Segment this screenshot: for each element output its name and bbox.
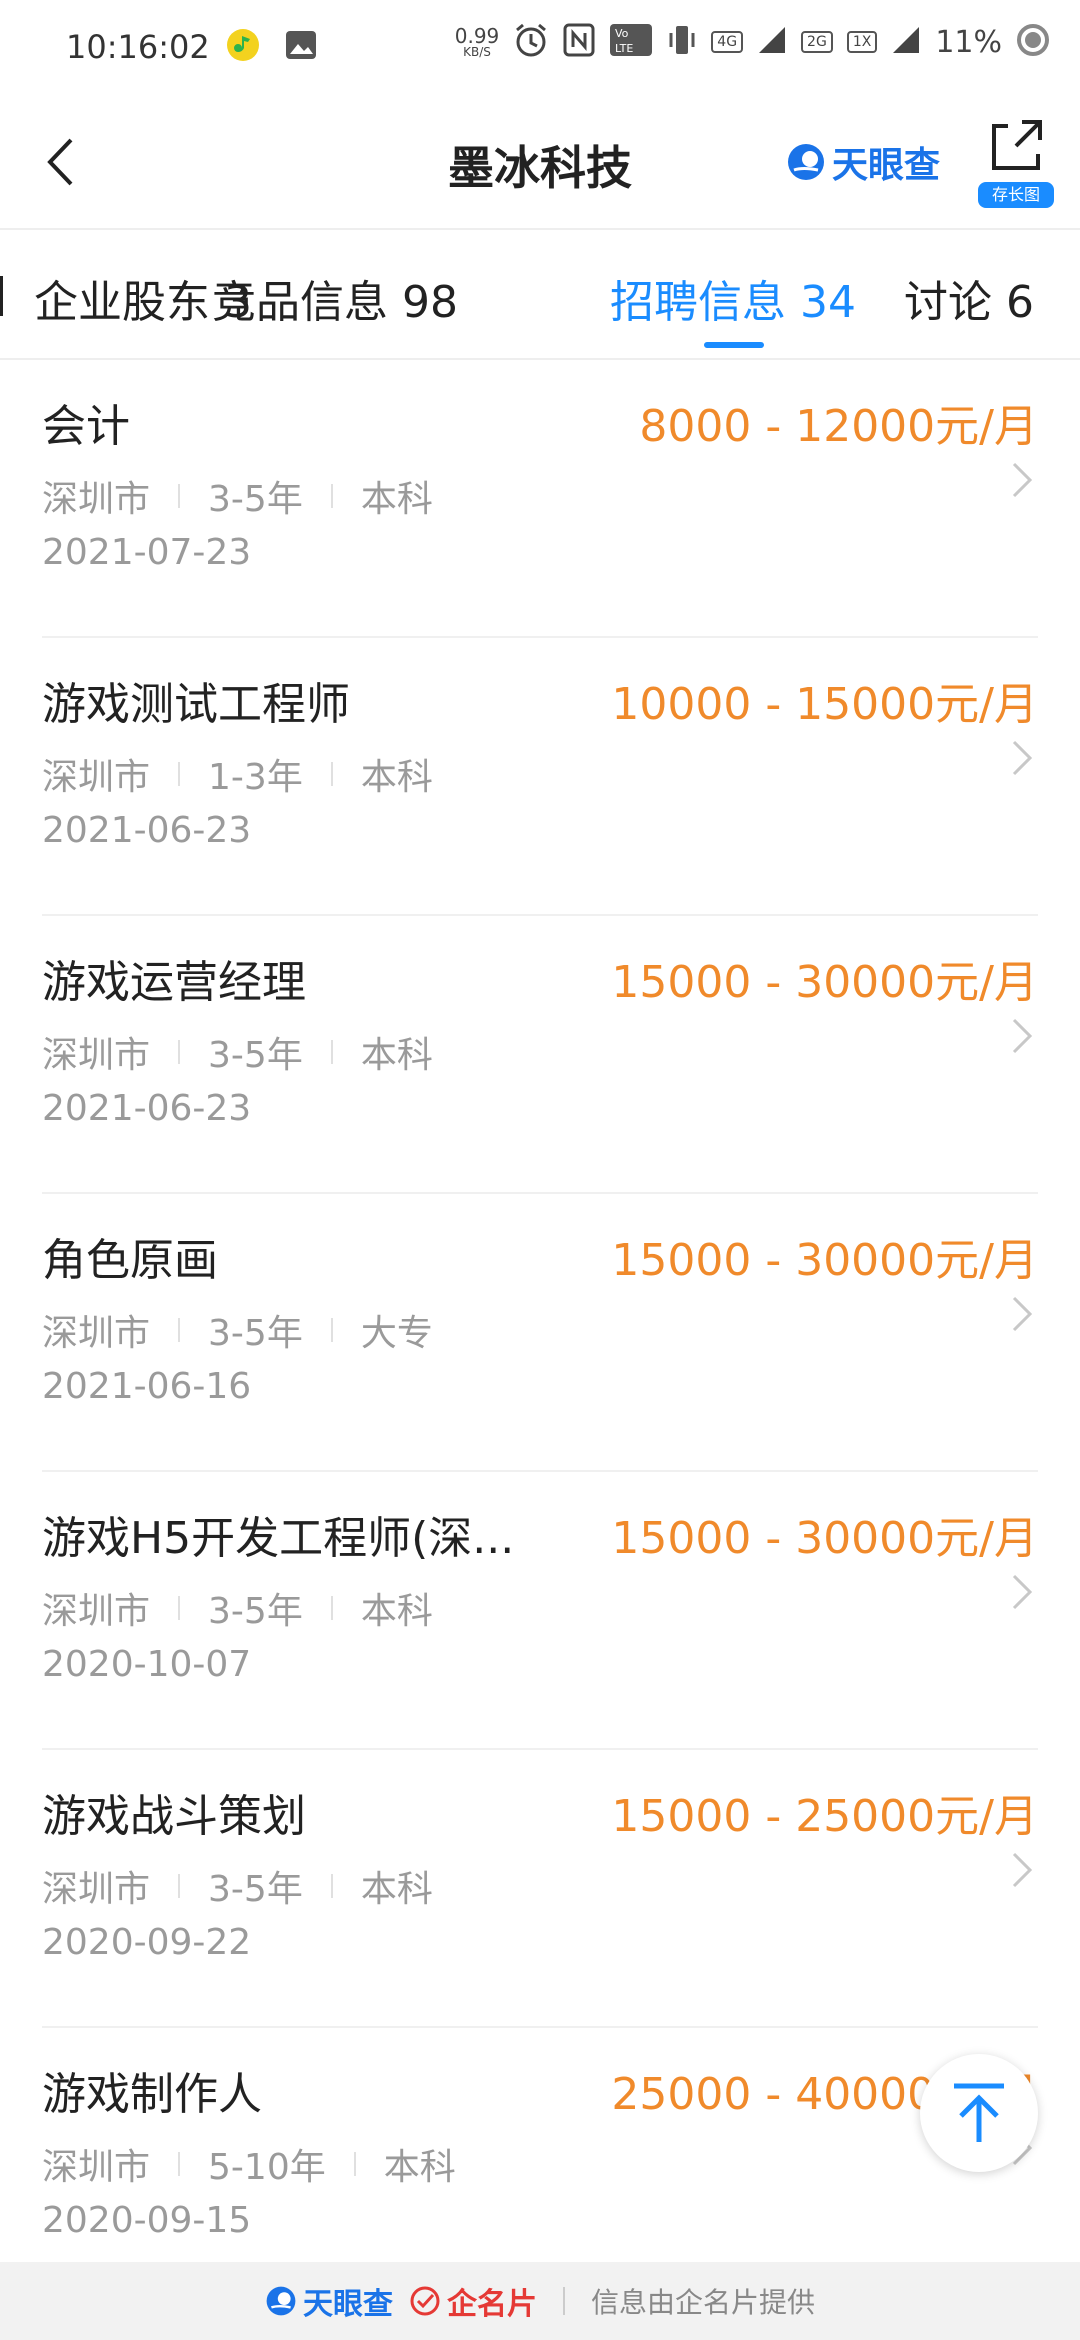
job-meta: 深圳市 3-5年 本科 bbox=[42, 470, 433, 522]
job-experience: 3-5年 bbox=[208, 1313, 303, 1354]
alarm-icon bbox=[513, 22, 549, 62]
job-title: 角色原画 bbox=[42, 1235, 218, 1286]
export-long-image-button[interactable]: 存长图 bbox=[978, 116, 1054, 208]
network-speed: 0.99 KB/S bbox=[454, 24, 500, 59]
job-meta: 深圳市 5-10年 本科 bbox=[42, 2138, 456, 2190]
tianyancha-logo-icon bbox=[787, 144, 824, 180]
tianyancha-logo-icon bbox=[266, 2286, 296, 2316]
chevron-right-icon bbox=[1012, 740, 1033, 776]
job-education: 大专 bbox=[360, 1313, 433, 1354]
list-item[interactable]: 游戏测试工程师 10000 - 15000元/月 深圳市 1-3年 本科 202… bbox=[42, 638, 1038, 916]
tab-competitors[interactable]: 竞品信息 98 bbox=[212, 266, 458, 330]
network-2g-badge: 2G bbox=[801, 31, 833, 53]
job-city: 深圳市 bbox=[42, 2147, 151, 2188]
job-list: 会计 8000 - 12000元/月 深圳市 3-5年 本科 2021-07-2… bbox=[0, 360, 1080, 2304]
job-meta: 深圳市 3-5年 本科 bbox=[42, 1026, 433, 1078]
active-tab-indicator bbox=[704, 342, 764, 348]
status-time: 10:16:02 bbox=[66, 28, 210, 66]
job-experience: 3-5年 bbox=[208, 479, 303, 520]
back-to-top-button[interactable] bbox=[920, 2054, 1038, 2172]
job-title: 游戏运营经理 bbox=[42, 957, 306, 1008]
check-circle-icon bbox=[410, 2286, 440, 2316]
job-experience: 1-3年 bbox=[208, 757, 303, 798]
job-salary: 15000 - 30000元/月 bbox=[611, 957, 1038, 1008]
svg-text:LTE: LTE bbox=[615, 42, 633, 55]
chevron-right-icon bbox=[1012, 1574, 1033, 1610]
list-item[interactable]: 角色原画 15000 - 30000元/月 深圳市 3-5年 大专 2021-0… bbox=[42, 1194, 1038, 1472]
music-app-icon bbox=[224, 26, 262, 64]
vibrate-icon bbox=[667, 23, 697, 61]
signal-icon bbox=[757, 25, 787, 59]
job-date: 2020-09-22 bbox=[42, 1922, 252, 1963]
tab-bar: 企业股东 3 竞品信息 98 招聘信息 34 讨论 6 bbox=[0, 230, 1080, 360]
job-experience: 3-5年 bbox=[208, 1035, 303, 1076]
job-salary: 15000 - 25000元/月 bbox=[611, 1791, 1038, 1842]
footer: 天眼查 企名片 信息由企名片提供 bbox=[0, 2262, 1080, 2340]
job-date: 2021-06-16 bbox=[42, 1366, 252, 1407]
job-city: 深圳市 bbox=[42, 1591, 151, 1632]
tab-left-edge-divider bbox=[0, 276, 3, 316]
svg-text:Vo: Vo bbox=[615, 27, 629, 40]
job-date: 2021-06-23 bbox=[42, 1088, 252, 1129]
job-meta: 深圳市 3-5年 本科 bbox=[42, 1582, 433, 1634]
job-date: 2020-09-15 bbox=[42, 2200, 252, 2241]
job-experience: 5-10年 bbox=[208, 2147, 326, 2188]
list-item[interactable]: 游戏H5开发工程师(深... 15000 - 30000元/月 深圳市 3-5年… bbox=[42, 1472, 1038, 1750]
job-city: 深圳市 bbox=[42, 479, 151, 520]
footer-tianyancha-logo: 天眼查 bbox=[265, 2279, 393, 2323]
gallery-icon bbox=[282, 26, 320, 64]
job-title: 游戏战斗策划 bbox=[42, 1791, 306, 1842]
app-header: 墨冰科技 天眼查 存长图 bbox=[0, 96, 1080, 230]
job-education: 本科 bbox=[360, 479, 433, 520]
volte-icon: Vo LTE bbox=[609, 23, 653, 61]
job-education: 本科 bbox=[360, 1035, 433, 1076]
job-education: 本科 bbox=[360, 1869, 433, 1910]
job-experience: 3-5年 bbox=[208, 1869, 303, 1910]
arrow-up-icon bbox=[954, 2083, 1004, 2142]
chevron-right-icon bbox=[1012, 462, 1033, 498]
tab-discussion[interactable]: 讨论 6 bbox=[904, 266, 1034, 330]
job-education: 本科 bbox=[360, 757, 433, 798]
chevron-right-icon bbox=[1012, 1296, 1033, 1332]
network-4g-badge: 4G bbox=[711, 31, 744, 53]
job-date: 2021-07-23 bbox=[42, 532, 252, 573]
job-meta: 深圳市 1-3年 本科 bbox=[42, 748, 433, 800]
job-meta: 深圳市 3-5年 本科 bbox=[42, 1860, 433, 1912]
job-education: 本科 bbox=[383, 2147, 456, 2188]
battery-icon bbox=[1016, 23, 1050, 61]
job-city: 深圳市 bbox=[42, 1035, 151, 1076]
job-salary: 15000 - 30000元/月 bbox=[611, 1513, 1038, 1564]
share-out-icon bbox=[992, 120, 1042, 170]
tab-recruitment[interactable]: 招聘信息 34 bbox=[610, 266, 856, 330]
job-experience: 3-5年 bbox=[208, 1591, 303, 1632]
job-city: 深圳市 bbox=[42, 1869, 151, 1910]
job-city: 深圳市 bbox=[42, 757, 151, 798]
chevron-right-icon bbox=[1012, 1852, 1033, 1888]
list-item[interactable]: 游戏运营经理 15000 - 30000元/月 深圳市 3-5年 本科 2021… bbox=[42, 916, 1038, 1194]
job-title: 游戏H5开发工程师(深... bbox=[42, 1513, 515, 1564]
job-education: 本科 bbox=[360, 1591, 433, 1632]
job-title: 会计 bbox=[42, 401, 130, 452]
job-meta: 深圳市 3-5年 大专 bbox=[42, 1304, 433, 1356]
tianyancha-logo: 天眼查 bbox=[786, 136, 940, 188]
chevron-right-icon bbox=[1012, 1018, 1033, 1054]
battery-percent: 11% bbox=[935, 24, 1002, 60]
job-salary: 8000 - 12000元/月 bbox=[639, 401, 1038, 452]
job-title: 游戏测试工程师 bbox=[42, 679, 350, 730]
job-date: 2020-10-07 bbox=[42, 1644, 252, 1685]
list-item[interactable]: 游戏战斗策划 15000 - 25000元/月 深圳市 3-5年 本科 2020… bbox=[42, 1750, 1038, 2028]
footer-qimingpian-logo: 企名片 bbox=[409, 2279, 537, 2323]
job-title: 游戏制作人 bbox=[42, 2069, 262, 2120]
export-label: 存长图 bbox=[978, 182, 1054, 208]
network-1x-badge: 1X bbox=[846, 31, 878, 53]
nfc-icon bbox=[563, 23, 595, 61]
job-date: 2021-06-23 bbox=[42, 810, 252, 851]
footer-source-note: 信息由企名片提供 bbox=[590, 2286, 815, 2319]
signal-icon-2 bbox=[891, 25, 921, 59]
job-city: 深圳市 bbox=[42, 1313, 151, 1354]
job-salary: 10000 - 15000元/月 bbox=[611, 679, 1038, 730]
status-bar: 10:16:02 0.99 KB/S Vo LTE 4G 2G 1X 11% bbox=[0, 0, 1080, 96]
job-salary: 15000 - 30000元/月 bbox=[611, 1235, 1038, 1286]
list-item[interactable]: 会计 8000 - 12000元/月 深圳市 3-5年 本科 2021-07-2… bbox=[42, 360, 1038, 638]
